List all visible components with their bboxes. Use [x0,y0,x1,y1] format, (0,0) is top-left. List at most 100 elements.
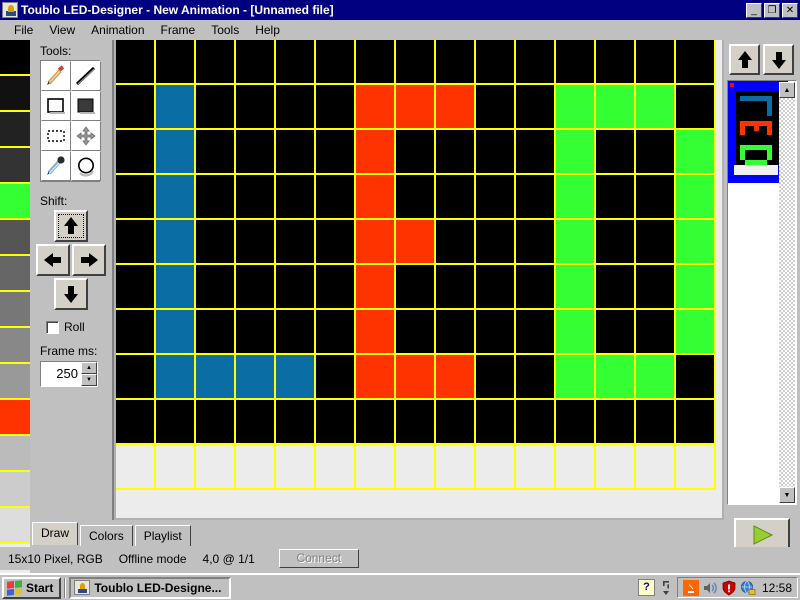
led-pixel-2-6[interactable] [196,310,236,355]
led-pixel-8-8[interactable] [436,400,476,445]
led-pixel-13-7[interactable] [636,355,676,400]
led-pixel-11-2[interactable] [556,130,596,175]
led-pixel-5-4[interactable] [316,220,356,265]
led-pixel-5-0[interactable] [316,40,356,85]
led-pixel-13-1[interactable] [636,85,676,130]
led-pixel-2-7[interactable] [196,355,236,400]
led-pixel-9-0[interactable] [476,40,516,85]
led-pixel-4-1[interactable] [276,85,316,130]
led-pixel-10-2[interactable] [516,130,556,175]
led-pixel-4-3[interactable] [276,175,316,220]
led-pixel-13-3[interactable] [636,175,676,220]
led-pixel-12-0[interactable] [596,40,636,85]
shift-up-button[interactable] [54,210,88,242]
palette-swatch-gray-1[interactable] [0,220,30,256]
led-pixel-9-4[interactable] [476,220,516,265]
led-pixel-3-8[interactable] [236,400,276,445]
shift-right-button[interactable] [72,244,106,276]
led-pixel-9-2[interactable] [476,130,516,175]
led-pixel-11-3[interactable] [556,175,596,220]
led-pixel-1-6[interactable] [156,310,196,355]
rectangle-filled-tool-button[interactable] [71,91,101,121]
eyedropper-tool-button[interactable] [41,151,71,181]
led-pixel-13-2[interactable] [636,130,676,175]
led-pixel-12-6[interactable] [596,310,636,355]
led-pixel-9-1[interactable] [476,85,516,130]
frame-list-scrollbar[interactable]: ▲ ▼ [779,82,795,503]
frame-ms-decrement-button[interactable]: ▼ [81,374,97,386]
led-pixel-3-7[interactable] [236,355,276,400]
frame-ms-stepper[interactable]: 250 ▲ ▼ [40,361,98,387]
led-pixel-13-0[interactable] [636,40,676,85]
led-pixel-7-7[interactable] [396,355,436,400]
taskbar-item-toublo[interactable]: Toublo LED-Designe... [69,576,232,599]
select-marquee-tool-button[interactable] [41,121,71,151]
led-pixel-1-1[interactable] [156,85,196,130]
line-tool-button[interactable] [71,61,101,91]
led-pixel-12-7[interactable] [596,355,636,400]
led-pixel-8-4[interactable] [436,220,476,265]
led-pixel-9-6[interactable] [476,310,516,355]
help-tray-icon[interactable]: ? [637,579,655,596]
led-pixel-14-7[interactable] [676,355,716,400]
led-pixel-3-3[interactable] [236,175,276,220]
led-pixel-0-6[interactable] [116,310,156,355]
led-pixel-0-3[interactable] [116,175,156,220]
menu-item-frame[interactable]: Frame [153,21,204,39]
led-pixel-1-8[interactable] [156,400,196,445]
palette-swatch-dark-gray-1[interactable] [0,112,30,148]
led-pixel-11-7[interactable] [556,355,596,400]
expand-tray-icon[interactable] [659,579,673,597]
palette-swatch-gray-3[interactable] [0,292,30,328]
led-pixel-5-5[interactable] [316,265,356,310]
scroll-up-button[interactable]: ▲ [779,82,795,98]
led-pixel-4-7[interactable] [276,355,316,400]
shift-down-button[interactable] [54,278,88,310]
close-button[interactable]: ✕ [782,2,798,18]
led-pixel-9-3[interactable] [476,175,516,220]
led-pixel-7-3[interactable] [396,175,436,220]
tab-playlist[interactable]: Playlist [134,525,191,546]
led-pixel-0-1[interactable] [116,85,156,130]
led-pixel-4-2[interactable] [276,130,316,175]
led-pixel-5-7[interactable] [316,355,356,400]
menu-item-file[interactable]: File [6,21,41,39]
led-pixel-7-0[interactable] [396,40,436,85]
led-pixel-1-4[interactable] [156,220,196,265]
frame-ms-input[interactable]: 250 [41,362,81,386]
palette-swatch-dark-gray-2[interactable] [0,148,30,184]
led-pixel-3-0[interactable] [236,40,276,85]
led-pixel-7-8[interactable] [396,400,436,445]
menu-item-animation[interactable]: Animation [83,21,152,39]
led-pixel-0-4[interactable] [116,220,156,265]
led-pixel-14-6[interactable] [676,310,716,355]
led-pixel-12-1[interactable] [596,85,636,130]
led-pixel-12-4[interactable] [596,220,636,265]
palette-swatch-black[interactable] [0,40,30,76]
led-pixel-9-7[interactable] [476,355,516,400]
led-pixel-10-8[interactable] [516,400,556,445]
led-pixel-4-5[interactable] [276,265,316,310]
led-pixel-14-0[interactable] [676,40,716,85]
led-pixel-10-0[interactable] [516,40,556,85]
tab-colors[interactable]: Colors [80,525,133,546]
led-pixel-3-1[interactable] [236,85,276,130]
led-pixel-14-2[interactable] [676,130,716,175]
palette-swatch-orange-red[interactable] [0,400,30,436]
led-pixel-14-4[interactable] [676,220,716,265]
led-pixel-7-1[interactable] [396,85,436,130]
led-pixel-10-1[interactable] [516,85,556,130]
led-pixel-5-6[interactable] [316,310,356,355]
security-shield-tray-icon[interactable] [721,580,737,596]
led-pixel-1-3[interactable] [156,175,196,220]
led-pixel-9-5[interactable] [476,265,516,310]
palette-swatch-light-gray-1[interactable] [0,436,30,472]
led-pixel-6-3[interactable] [356,175,396,220]
network-connections-tray-icon[interactable] [740,580,756,596]
led-pixel-11-8[interactable] [556,400,596,445]
led-pixel-0-0[interactable] [116,40,156,85]
led-pixel-6-0[interactable] [356,40,396,85]
fill-move-tool-button[interactable] [71,121,101,151]
led-pixel-13-6[interactable] [636,310,676,355]
led-pixel-9-8[interactable] [476,400,516,445]
